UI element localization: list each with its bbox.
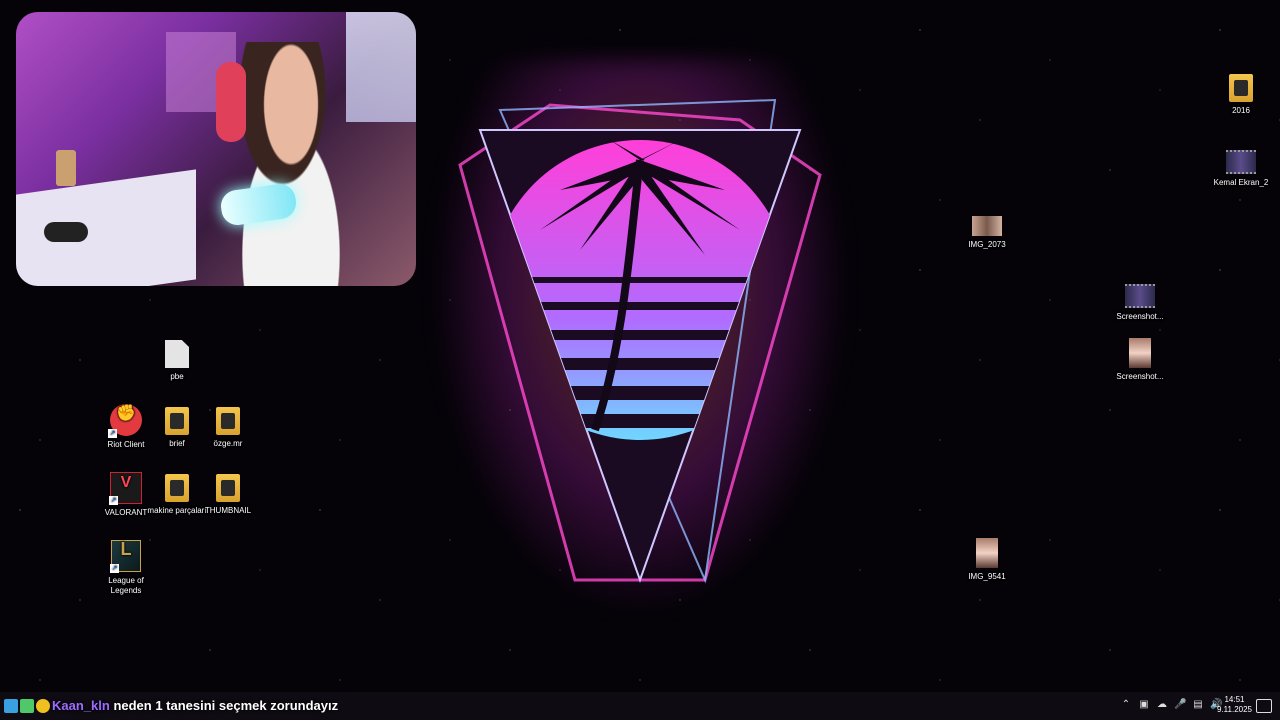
clock-time: 14:51: [1224, 695, 1245, 704]
taskbar-app-icons: [4, 699, 50, 713]
meet-now-icon[interactable]: ▣: [1138, 699, 1150, 710]
wallpaper-palm-triangle-art: [458, 98, 822, 584]
desktop-icon-label: IMG_9541: [968, 572, 1006, 581]
taskbar: Kaan_kln neden 1 tanesini seçmek zorunda…: [0, 692, 1280, 720]
webcam-mouse: [44, 222, 88, 242]
webcam-overlay: [16, 12, 416, 286]
system-tray: ⌃ ▣ ☁ 🎤 ▤ 🔊: [1120, 699, 1223, 710]
video-file-icon: [1226, 150, 1256, 174]
folder-icon: [165, 407, 189, 435]
file-icon: [165, 340, 189, 368]
image-file-icon: [976, 538, 998, 568]
desktop-icon-label: pbe: [170, 372, 184, 381]
chevron-up-icon[interactable]: ⌃: [1120, 699, 1132, 710]
image-file-icon: [1125, 284, 1155, 308]
webcam-headphones: [216, 62, 246, 142]
desktop-icon-label: Screenshot...: [1116, 312, 1164, 321]
folder-icon: [216, 474, 240, 502]
desktop-icon-screenshot-2[interactable]: Screenshot...: [1110, 338, 1170, 382]
desktop-icon-img-2073[interactable]: IMG_2073: [957, 216, 1017, 250]
taskbar-app-icon[interactable]: [20, 699, 34, 713]
taskbar-app-icon[interactable]: [36, 699, 50, 713]
valorant-icon: [109, 472, 142, 505]
folder-icon: [1229, 74, 1253, 102]
clock-date: 9.11.2025: [1217, 705, 1252, 714]
folder-icon: [216, 407, 240, 435]
riot-client-icon: [108, 404, 142, 438]
chat-message-text: neden 1 tanesini seçmek zorundayız: [113, 698, 339, 713]
webcam-desk: [16, 169, 196, 286]
onedrive-icon[interactable]: ☁: [1156, 699, 1168, 710]
desktop-icon-label: THUMBNAIL: [204, 506, 252, 515]
network-icon[interactable]: ▤: [1192, 699, 1204, 710]
desktop-icon-label: League of Legends: [108, 576, 144, 595]
desktop-icon-label: Screenshot...: [1116, 372, 1164, 381]
chat-username: Kaan_kln: [52, 698, 110, 713]
desktop-icon-label: 2016: [1232, 106, 1250, 115]
image-file-icon: [1129, 338, 1151, 368]
image-file-icon: [972, 216, 1002, 236]
desktop-icon-2016[interactable]: 2016: [1211, 74, 1271, 116]
microphone-icon[interactable]: 🎤: [1174, 699, 1186, 710]
desktop-icon-screenshot-1[interactable]: Screenshot...: [1110, 284, 1170, 322]
folder-icon: [165, 474, 189, 502]
taskbar-app-icon[interactable]: [4, 699, 18, 713]
desktop-icon-label: Kemal Ekran_2: [1213, 178, 1269, 187]
desktop-icon-thumbnail[interactable]: THUMBNAIL: [198, 474, 258, 516]
desktop-icon-league-of-legends[interactable]: League of Legends: [96, 540, 156, 596]
taskbar-clock[interactable]: 14:51 9.11.2025: [1217, 695, 1252, 715]
desktop-icon-pbe[interactable]: pbe: [147, 340, 207, 382]
stream-chat-message: Kaan_kln neden 1 tanesini seçmek zorunda…: [52, 698, 338, 713]
league-of-legends-icon: [110, 540, 141, 573]
notification-center-icon[interactable]: [1256, 699, 1272, 713]
desktop-icon-label: özge.mr: [213, 439, 243, 448]
desktop-icon-kemal-ekran[interactable]: Kemal Ekran_2: [1211, 150, 1271, 188]
desktop-icon-label: IMG_2073: [968, 240, 1006, 249]
desktop-icon-img-9541[interactable]: IMG_9541: [957, 538, 1017, 582]
desktop-icon-ozge[interactable]: özge.mr: [198, 407, 258, 449]
webcam-cup: [56, 150, 76, 186]
